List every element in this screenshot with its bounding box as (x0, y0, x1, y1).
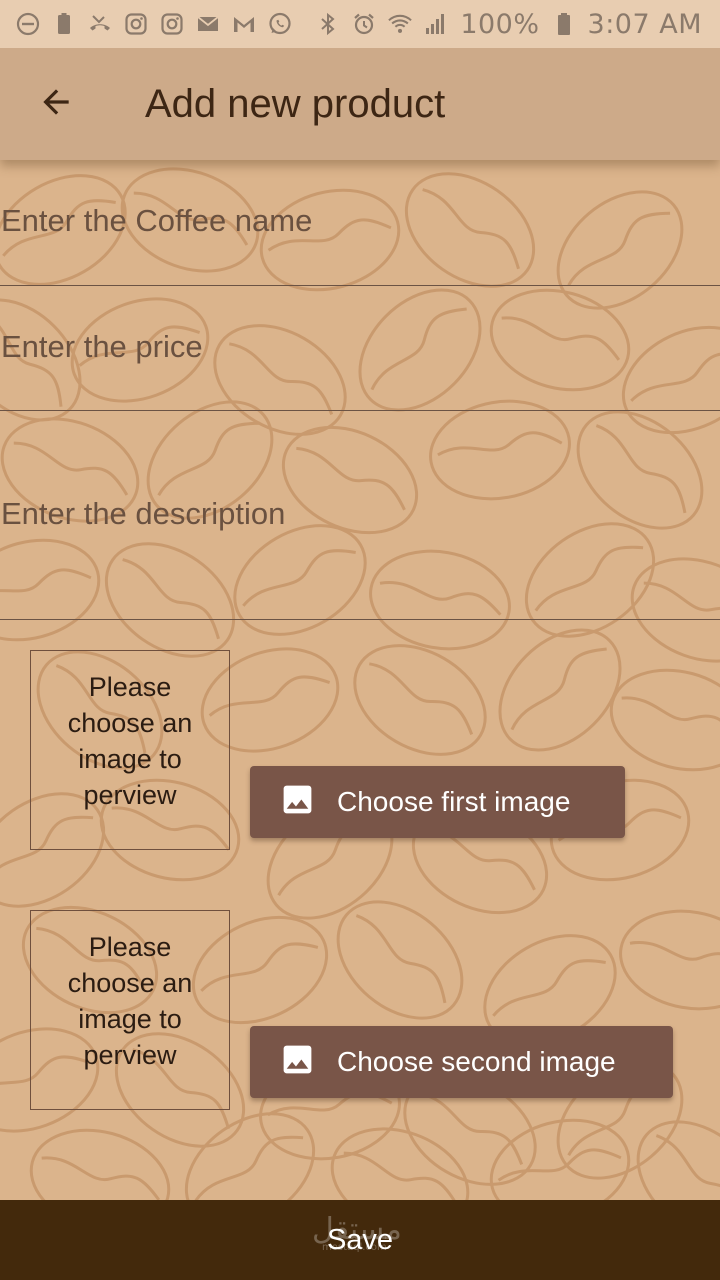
missed-call-icon (88, 12, 112, 36)
first-image-preview: Please choose an image to perview (30, 650, 230, 850)
coffee-name-input[interactable] (0, 186, 720, 256)
page-title: Add new product (145, 81, 446, 126)
instagram-icon (160, 12, 184, 36)
battery-percent: 100% (460, 8, 540, 40)
watermark-url: mostaql.com (322, 1242, 387, 1253)
status-bar: 100% 3:07 AM (0, 0, 720, 48)
app-bar: Add new product (0, 48, 720, 160)
whatsapp-icon (268, 12, 292, 36)
coffee-name-field (0, 186, 720, 286)
second-image-preview: Please choose an image to perview (30, 910, 230, 1110)
signal-icon (424, 12, 448, 36)
email-icon (196, 12, 220, 36)
choose-second-image-button[interactable]: Choose second image (250, 1026, 673, 1098)
back-button[interactable] (0, 48, 112, 160)
clock: 3:07 AM (587, 8, 702, 40)
price-field (0, 312, 720, 411)
coffee-bean-outline (619, 909, 720, 1011)
arrow-back-icon (37, 83, 75, 126)
status-bar-notifications (16, 12, 292, 36)
preview-placeholder-text: Please choose an image to perview (67, 932, 193, 1070)
coffee-bean-outline (353, 644, 487, 756)
battery-saver-icon (52, 12, 76, 36)
instagram-icon (124, 12, 148, 36)
bluetooth-icon (316, 12, 340, 36)
price-input[interactable] (0, 312, 720, 382)
description-field (0, 490, 720, 620)
choose-first-image-button[interactable]: Choose first image (250, 766, 625, 838)
preview-placeholder-text: Please choose an image to perview (67, 672, 193, 810)
battery-icon (552, 12, 576, 36)
choose-first-image-label: Choose first image (337, 786, 571, 817)
image-icon (279, 781, 316, 823)
description-input[interactable] (0, 490, 720, 619)
choose-second-image-label: Choose second image (337, 1046, 616, 1077)
do-not-disturb-icon (16, 12, 40, 36)
wifi-icon (388, 12, 413, 36)
image-icon (279, 1041, 316, 1083)
alarm-icon (352, 12, 376, 36)
status-bar-system: 100% 3:07 AM (316, 9, 702, 40)
gmail-icon (232, 12, 256, 36)
